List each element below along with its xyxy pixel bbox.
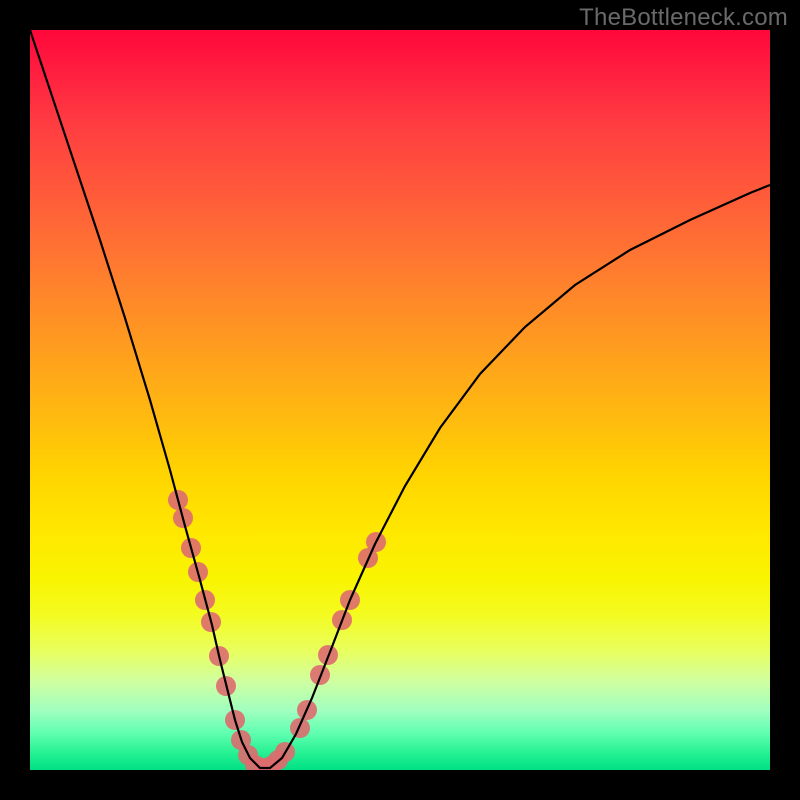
highlight-dots-group — [168, 490, 386, 770]
watermark-text: TheBottleneck.com — [579, 4, 788, 32]
plot-area — [30, 30, 770, 770]
outer-frame: TheBottleneck.com — [0, 0, 800, 800]
highlight-dot — [290, 718, 310, 738]
bottleneck-curve — [30, 30, 770, 768]
chart-svg — [30, 30, 770, 770]
